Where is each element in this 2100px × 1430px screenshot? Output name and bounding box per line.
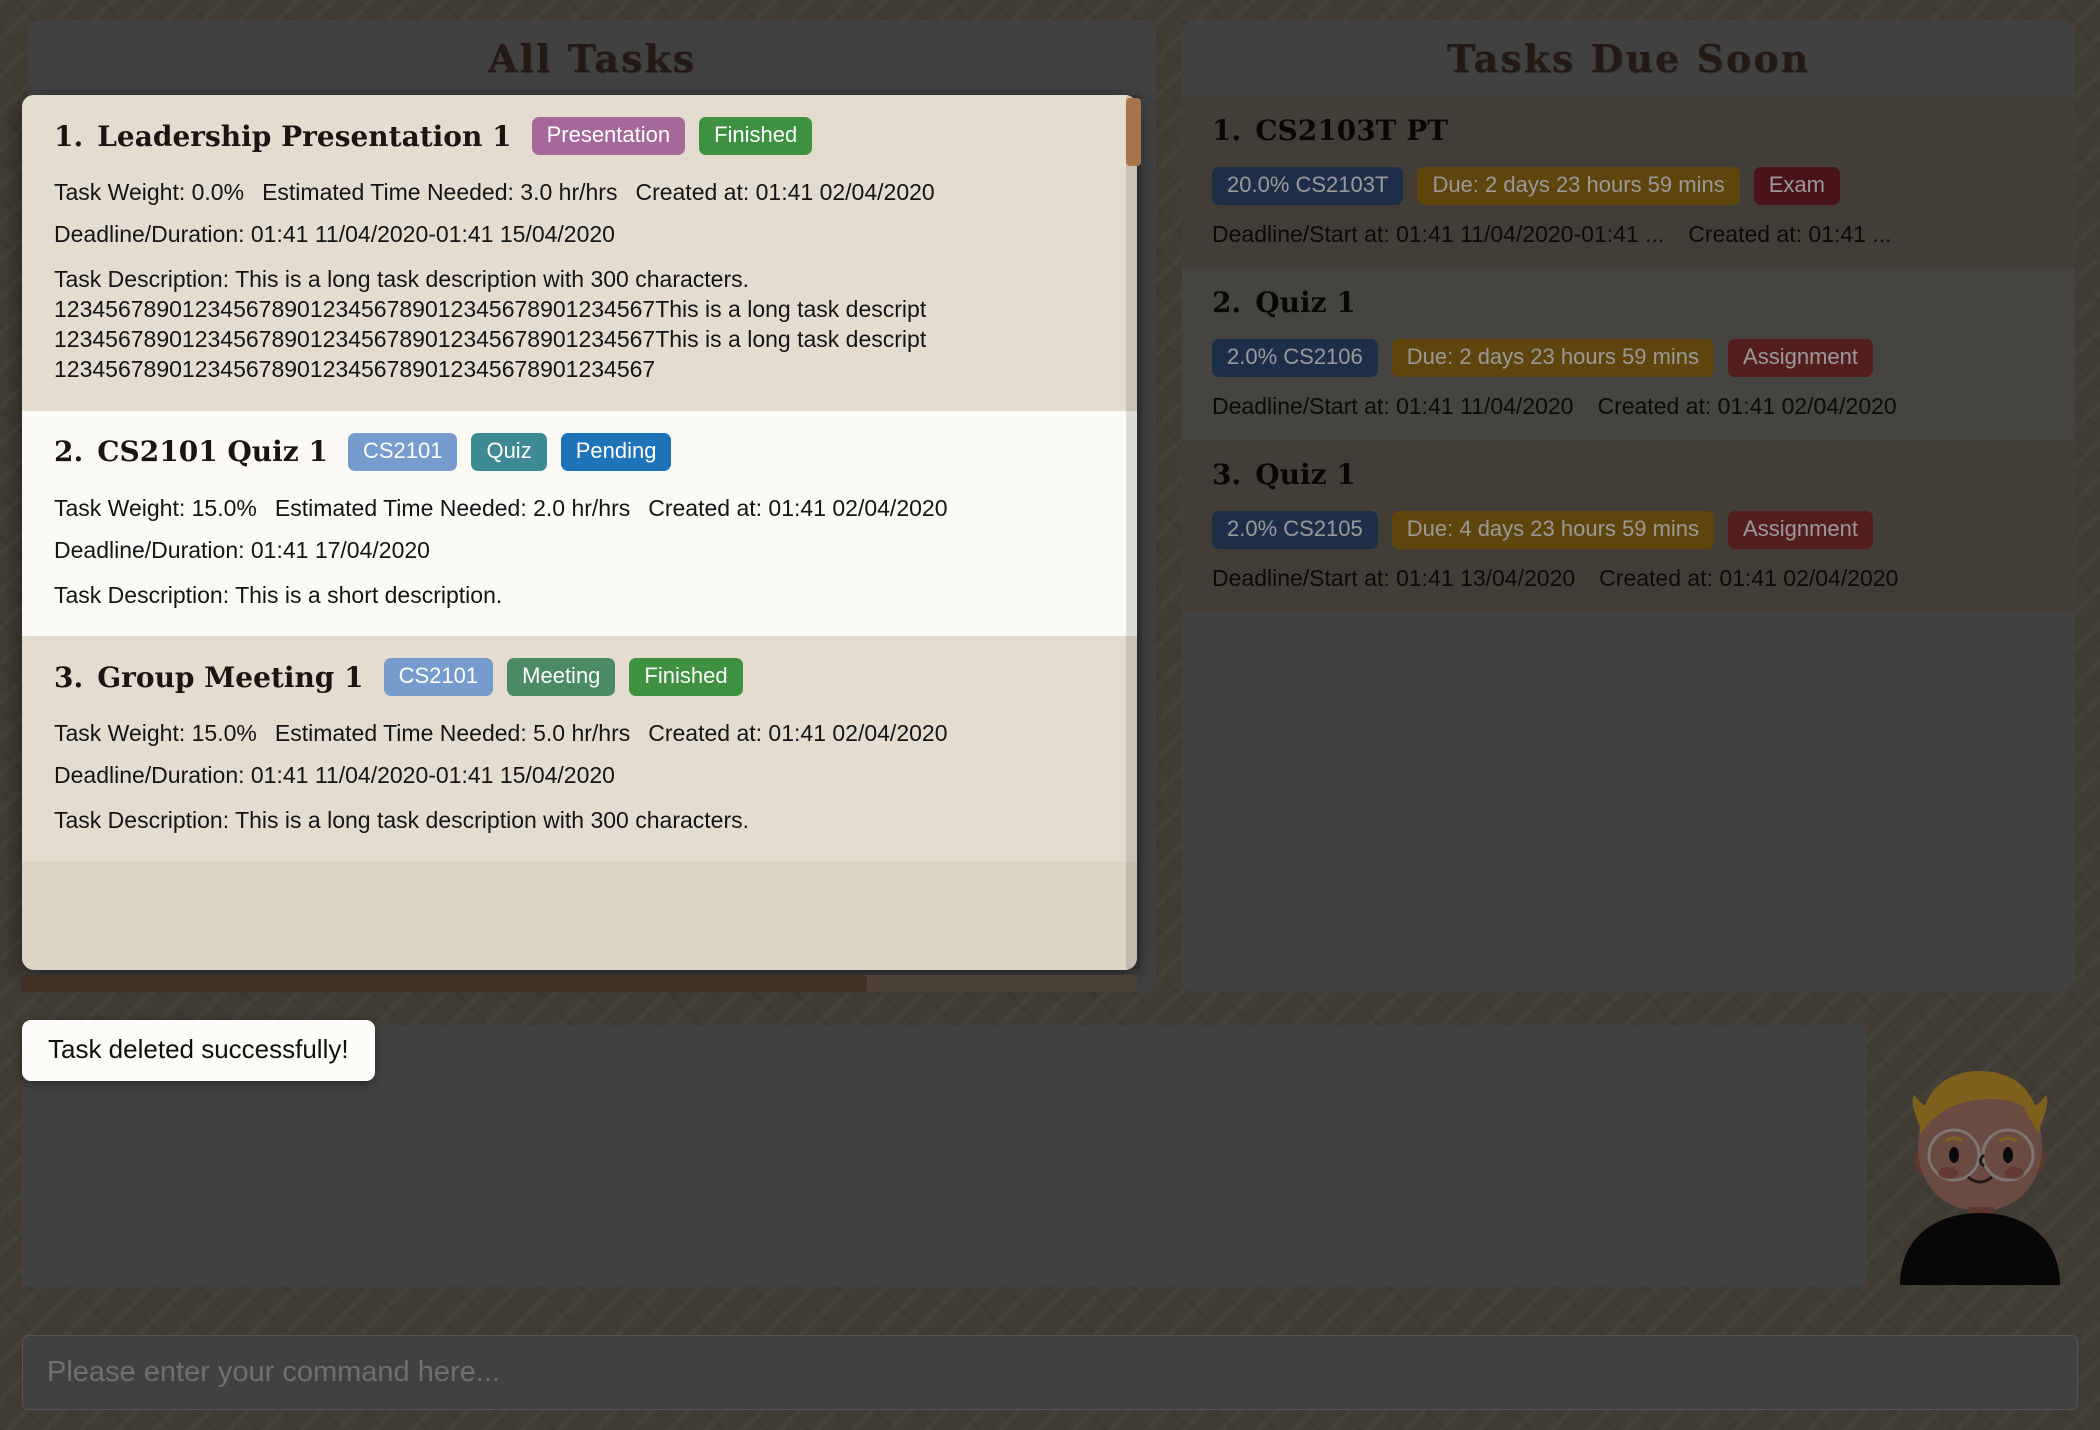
due-badge-row: 2.0% CS2105 Due: 4 days 23 hours 59 mins… [1212, 511, 2045, 549]
due-task-name-text: Quiz 1 [1255, 286, 1356, 319]
task-name-text: CS2101 Quiz 1 [97, 435, 328, 469]
task-estimated-time: Estimated Time Needed: 2.0 hr/hrs [274, 494, 631, 521]
task-deadline: Deadline/Duration: 01:41 11/04/2020-01:4… [54, 221, 615, 247]
task-status-badge[interactable]: Finished [699, 117, 813, 155]
due-weight-module-badge[interactable]: 2.0% CS2106 [1212, 339, 1378, 377]
task-status-badge[interactable]: Finished [629, 658, 743, 697]
due-countdown-badge[interactable]: Due: 2 days 23 hours 59 mins [1417, 167, 1740, 205]
due-deadline: Deadline/Start at: 01:41 11/04/2020-01:4… [1212, 221, 1665, 247]
tasks-due-soon-panel: Tasks Due Soon 1. CS2103T PT 20.0% CS2103… [1182, 20, 2075, 992]
due-countdown-badge[interactable]: Due: 4 days 23 hours 59 mins [1391, 511, 1715, 549]
command-input[interactable] [22, 1335, 2078, 1410]
due-weight-module-badge[interactable]: 2.0% CS2105 [1212, 511, 1378, 549]
due-list-item[interactable]: 1. CS2103T PT 20.0% CS2103T Due: 2 days 2… [1182, 96, 2075, 268]
task-title: 1. Leadership Presentation 1 [54, 120, 512, 153]
all-tasks-list[interactable]: 1. Leadership Presentation 1 Presentation… [22, 95, 1137, 970]
task-weight: Task Weight: 15.0% [54, 494, 257, 521]
due-deadline: Deadline/Start at: 01:41 13/04/2020 [1212, 565, 1576, 591]
task-meta-row: Task Weight: 15.0% Estimated Time Needed:… [54, 722, 1105, 745]
task-title: 3. Group Meeting 1 [54, 661, 364, 694]
task-index: 2. [54, 435, 84, 469]
task-created-at: Created at: 01:41 02/04/2020 [648, 720, 948, 747]
due-task-name-text: Quiz 1 [1255, 458, 1356, 491]
task-list-vertical-scrollbar[interactable] [1126, 95, 1141, 970]
due-type-badge[interactable]: Assignment [1728, 339, 1873, 377]
task-estimated-time: Estimated Time Needed: 5.0 hr/hrs [274, 720, 631, 747]
task-weight: Task Weight: 15.0% [54, 720, 257, 747]
due-meta-row: Deadline/Start at: 01:41 11/04/2020 Creat… [1212, 393, 2045, 420]
due-task-title: 3. Quiz 1 [1212, 458, 2045, 491]
task-list-item[interactable]: 3. Group Meeting 1 CS2101 Meeting Finishe… [22, 636, 1137, 863]
task-title: 2. CS2101 Quiz 1 [54, 435, 328, 468]
task-created-at: Created at: 01:41 02/04/2020 [648, 494, 948, 521]
status-toast: Task deleted successfully! [22, 1020, 375, 1081]
task-list-horizontal-scrollbar[interactable] [22, 975, 1137, 992]
due-badge-row: 20.0% CS2103T Due: 2 days 23 hours 59 mi… [1212, 167, 2045, 205]
user-avatar-illustration [1900, 1071, 2060, 1285]
task-header-row: 3. Group Meeting 1 CS2101 Meeting Finishe… [54, 658, 1105, 697]
due-created-at: Created at: 01:41 02/04/2020 [1597, 393, 1897, 419]
due-type-badge[interactable]: Assignment [1728, 511, 1873, 549]
all-tasks-title: All Tasks [488, 35, 696, 81]
task-index: 3. [54, 660, 84, 694]
scrollbar-thumb[interactable] [1126, 98, 1141, 166]
task-tag-badge[interactable]: Quiz [471, 432, 547, 471]
due-list-item[interactable]: 3. Quiz 1 2.0% CS2105 Due: 4 days 23 hour… [1182, 440, 2075, 612]
due-task-index: 2. [1212, 286, 1242, 319]
due-task-index: 1. [1212, 114, 1242, 147]
all-tasks-header: All Tasks [28, 20, 1156, 96]
due-deadline: Deadline/Start at: 01:41 11/04/2020 [1212, 393, 1574, 419]
due-meta-row: Deadline/Start at: 01:41 13/04/2020 Creat… [1212, 565, 2045, 592]
task-description: Task Description: This is a short descri… [54, 581, 503, 608]
task-name-text: Leadership Presentation 1 [97, 119, 512, 153]
task-list-item[interactable]: 1. Leadership Presentation 1 Presentation… [22, 95, 1137, 411]
scrollbar-thumb[interactable] [22, 975, 867, 992]
due-type-badge[interactable]: Exam [1753, 167, 1840, 205]
task-estimated-time: Estimated Time Needed: 3.0 hr/hrs [262, 179, 618, 205]
task-deadline: Deadline/Duration: 01:41 11/04/2020-01:4… [54, 762, 615, 789]
task-name-text: Group Meeting 1 [97, 660, 364, 694]
task-meta-row: Task Weight: 0.0% Estimated Time Needed: … [54, 181, 1105, 204]
due-created-at: Created at: 01:41 ... [1688, 221, 1892, 247]
due-soon-title: Tasks Due Soon [1446, 35, 1811, 81]
task-created-at: Created at: 01:41 02/04/2020 [635, 179, 935, 205]
task-description: Task Description: This is a long task de… [54, 266, 927, 382]
due-badge-row: 2.0% CS2106 Due: 2 days 23 hours 59 mins… [1212, 339, 2045, 377]
due-list-item[interactable]: 2. Quiz 1 2.0% CS2106 Due: 2 days 23 hour… [1182, 268, 2075, 440]
due-task-name-text: CS2103T PT [1255, 114, 1449, 147]
task-tag-badge[interactable]: Presentation [531, 117, 686, 155]
task-list-item[interactable]: 2. CS2101 Quiz 1 CS2101 Quiz Pending Task… [22, 410, 1137, 637]
due-task-title: 1. CS2103T PT [1212, 114, 2045, 147]
due-countdown-badge[interactable]: Due: 2 days 23 hours 59 mins [1391, 339, 1715, 377]
task-weight: Task Weight: 0.0% [54, 179, 245, 205]
due-created-at: Created at: 01:41 02/04/2020 [1599, 565, 1899, 591]
due-soon-list[interactable]: 1. CS2103T PT 20.0% CS2103T Due: 2 days 2… [1182, 96, 2075, 992]
due-task-title: 2. Quiz 1 [1212, 286, 2045, 319]
task-tag-badge[interactable]: Meeting [507, 658, 616, 697]
task-module-badge[interactable]: CS2101 [383, 658, 494, 697]
due-meta-row: Deadline/Start at: 01:41 11/04/2020-01:4… [1212, 221, 2045, 248]
task-deadline: Deadline/Duration: 01:41 17/04/2020 [54, 536, 430, 563]
task-header-row: 1. Leadership Presentation 1 Presentation… [54, 117, 1105, 155]
task-header-row: 2. CS2101 Quiz 1 CS2101 Quiz Pending [54, 432, 1105, 471]
task-description: Task Description: This is a long task de… [54, 807, 749, 834]
task-status-badge[interactable]: Pending [560, 432, 672, 471]
task-meta-row: Task Weight: 15.0% Estimated Time Needed:… [54, 494, 1105, 521]
task-module-badge[interactable]: CS2101 [347, 432, 458, 471]
due-soon-header: Tasks Due Soon [1182, 20, 2075, 96]
due-weight-module-badge[interactable]: 20.0% CS2103T [1212, 167, 1404, 205]
due-task-index: 3. [1212, 458, 1242, 491]
task-index: 1. [54, 119, 84, 153]
